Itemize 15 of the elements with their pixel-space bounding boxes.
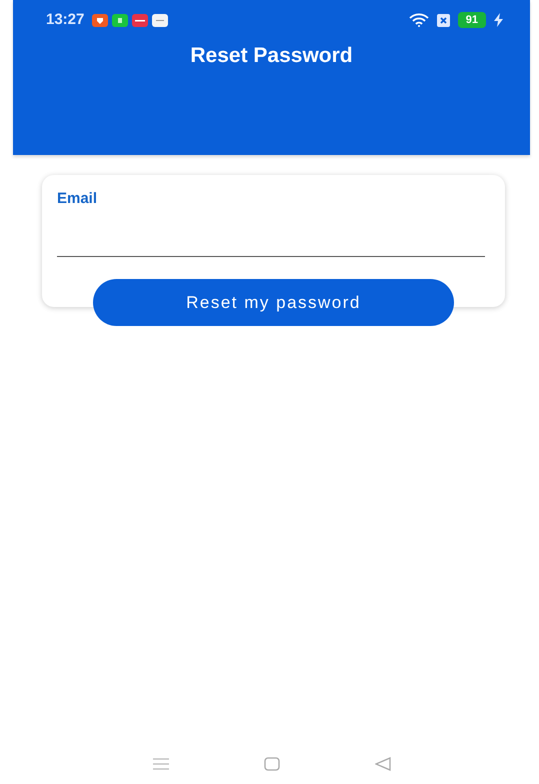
- battery-level: 91: [458, 12, 486, 28]
- home-icon[interactable]: [264, 757, 280, 771]
- sim-blocked-icon: [436, 14, 450, 26]
- app-notification-icon: [112, 14, 128, 26]
- field-label: Email: [57, 190, 98, 207]
- app-notification-icon: [152, 14, 168, 26]
- status-time: 13:27: [46, 10, 84, 30]
- wifi-icon: [408, 13, 429, 27]
- reset-password-button[interactable]: Reset my password: [93, 279, 454, 326]
- app-notification-icon: [92, 14, 108, 26]
- app-notification-icon: [132, 14, 148, 26]
- charging-icon: [494, 13, 503, 27]
- back-icon[interactable]: [375, 757, 392, 771]
- menu-icon[interactable]: [152, 758, 169, 770]
- page-title: Reset Password: [190, 44, 353, 67]
